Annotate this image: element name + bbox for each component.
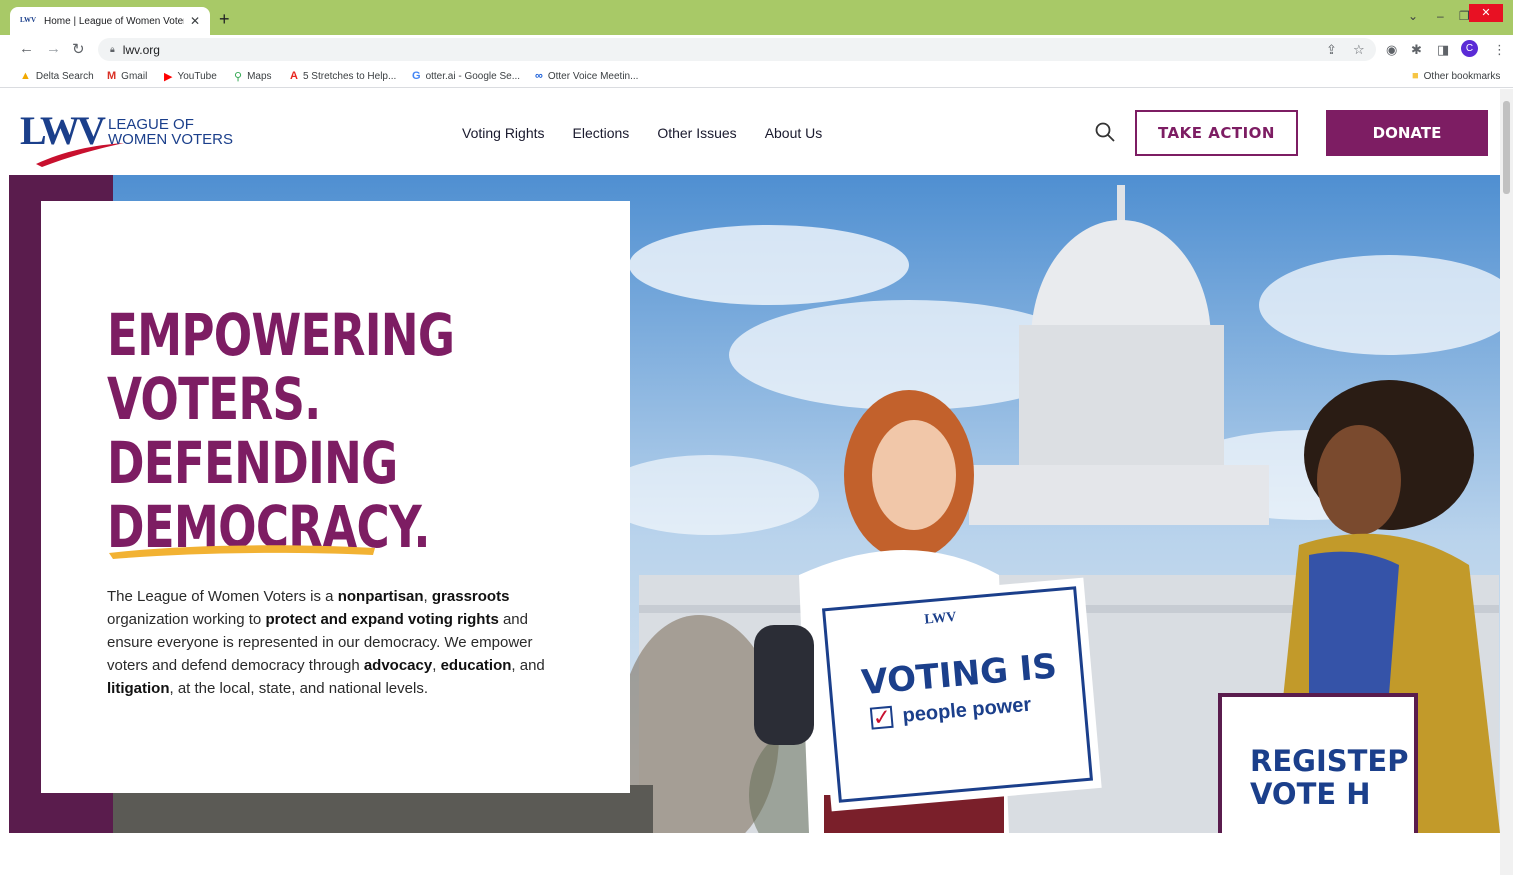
bookmark-star-icon[interactable]: ☆ <box>1353 42 1365 58</box>
otter-icon: ∞ <box>535 70 543 82</box>
acrobat-icon: A <box>290 70 298 82</box>
url-field[interactable]: 🔒︎ lwv.org <box>98 38 1376 61</box>
yellow-brush-underline <box>109 545 375 559</box>
gmail-icon: M <box>107 70 117 82</box>
bookmark-item[interactable]: ∞ Otter Voice Meetin... <box>535 70 638 82</box>
new-tab-icon[interactable]: + <box>219 10 230 28</box>
bookmark-item[interactable]: ⚲ Maps <box>234 70 272 83</box>
browser-tab[interactable]: LWV Home | League of Women Voters ✕ <box>10 7 210 35</box>
bookmark-item[interactable]: G otter.ai - Google Se... <box>412 70 520 82</box>
bookmark-item[interactable]: ▶ YouTube <box>164 70 217 83</box>
nav-elections[interactable]: Elections <box>573 125 630 141</box>
main-nav: Voting Rights Elections Other Issues Abo… <box>462 125 822 141</box>
lwv-favicon-icon: LWV <box>20 16 37 24</box>
lwv-logo[interactable]: LWV LEAGUE OF WOMEN VOTERS <box>20 109 240 167</box>
side-panel-icon[interactable]: ◨ <box>1437 42 1449 58</box>
logo-text: LEAGUE OF WOMEN VOTERS <box>108 116 234 148</box>
take-action-button[interactable]: TAKE ACTION <box>1135 110 1298 156</box>
nav-other-issues[interactable]: Other Issues <box>657 125 736 141</box>
extension-icon[interactable]: ◉ <box>1386 42 1397 58</box>
lock-icon: 🔒︎ <box>110 44 115 54</box>
hero-headline: EMPOWERING VOTERS. DEFENDING DEMOCRACY. <box>107 301 455 561</box>
other-bookmarks[interactable]: ■ Other bookmarks <box>1412 70 1500 82</box>
scrollbar-thumb[interactable] <box>1503 101 1510 194</box>
window-close-icon[interactable]: ✕ <box>1469 4 1503 22</box>
bookmark-item[interactable]: ▲ Delta Search <box>20 70 94 82</box>
tab-title: Home | League of Women Voters <box>44 15 184 27</box>
hero-section: LWV VOTING IS ✓ people power REGISTEP VO… <box>9 175 1500 833</box>
nav-about-us[interactable]: About Us <box>765 125 823 141</box>
bookmark-item[interactable]: A 5 Stretches to Help... <box>290 70 396 82</box>
share-icon[interactable]: ⇪ <box>1326 42 1337 58</box>
search-icon[interactable] <box>1094 121 1116 143</box>
delta-icon: ▲ <box>20 70 31 82</box>
profile-avatar[interactable]: C <box>1461 40 1478 57</box>
hero-description: The League of Women Voters is a nonparti… <box>107 588 545 697</box>
bookmarks-bar: ▲ Delta Search M Gmail ▶ YouTube ⚲ Maps … <box>0 64 1513 88</box>
minimize-icon[interactable]: – <box>1437 6 1444 26</box>
website-viewport: LWV LEAGUE OF WOMEN VOTERS Voting Rights… <box>0 89 1500 875</box>
forward-arrow-icon[interactable]: → <box>46 40 61 57</box>
puzzle-icon[interactable]: ✱ <box>1411 42 1422 58</box>
register-vote-sign: REGISTEP VOTE H <box>1218 693 1418 833</box>
maps-icon: ⚲ <box>234 71 243 83</box>
menu-kebab-icon[interactable]: ⋮ <box>1493 42 1506 58</box>
url-text: lwv.org <box>122 42 160 57</box>
tab-search-icon[interactable]: ⌄ <box>1408 6 1418 26</box>
reload-icon[interactable]: ↻ <box>72 40 85 58</box>
youtube-icon: ▶ <box>164 71 173 83</box>
bookmark-item[interactable]: M Gmail <box>107 70 147 82</box>
google-icon: G <box>412 70 421 82</box>
nav-voting-rights[interactable]: Voting Rights <box>462 125 545 141</box>
close-tab-icon[interactable]: ✕ <box>190 14 200 28</box>
page-scrollbar[interactable] <box>1500 89 1513 875</box>
donate-button[interactable]: DONATE <box>1326 110 1488 156</box>
checkbox-check-icon: ✓ <box>869 703 894 731</box>
back-arrow-icon[interactable]: ← <box>19 40 34 57</box>
hero-text-card: EMPOWERING VOTERS. DEFENDING DEMOCRACY. … <box>41 201 630 793</box>
voting-is-people-power-sign: LWV VOTING IS ✓ people power <box>821 586 1094 803</box>
browser-tab-strip: LWV Home | League of Women Voters ✕ + ⌄ … <box>0 0 1513 35</box>
address-bar-row: ← → ↻ 🔒︎ lwv.org ⇪ ☆ ◉ ✱ ◨ ⋮ <box>0 35 1513 64</box>
folder-icon: ■ <box>1412 70 1419 82</box>
